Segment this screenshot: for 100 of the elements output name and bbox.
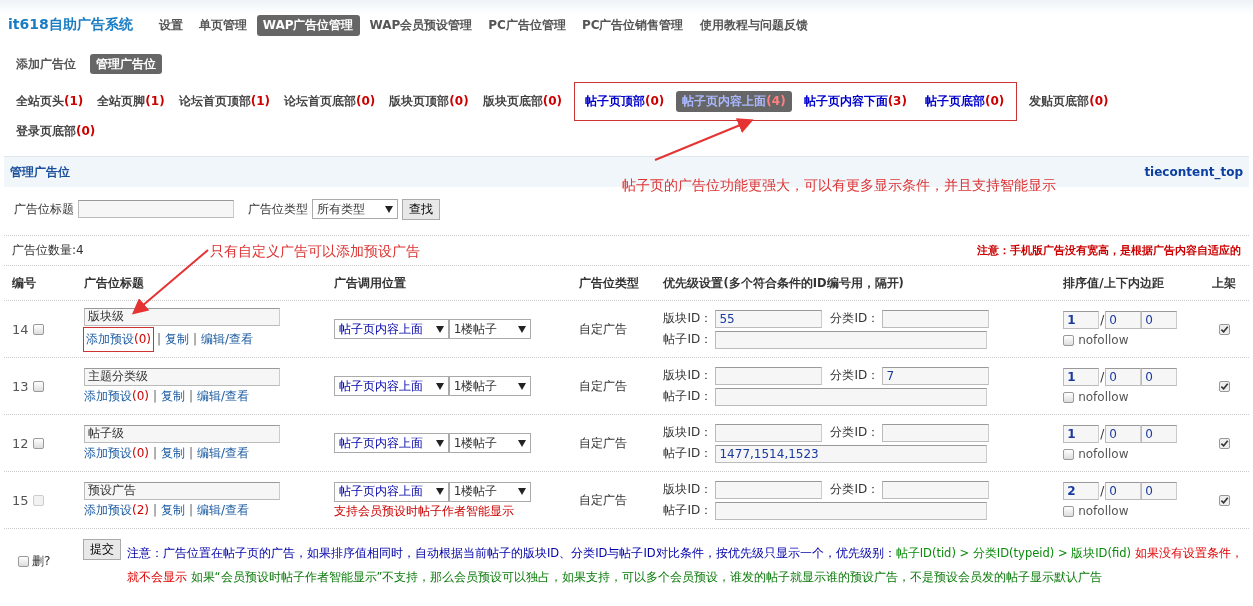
annotation-text: 只有自定义广告可以添加预设广告 xyxy=(210,243,420,261)
position-tab[interactable]: 论坛首页底部(0) xyxy=(278,91,382,112)
online-checkbox[interactable] xyxy=(1218,438,1230,449)
caret-icon xyxy=(517,382,526,390)
id-field[interactable] xyxy=(715,480,823,499)
position-tab[interactable]: 版块页顶部(0) xyxy=(383,91,475,112)
nav-tab[interactable]: WAP会员预设管理 xyxy=(363,14,479,36)
column-header: 广告位标题 xyxy=(82,274,145,292)
floor-select[interactable]: 1楼帖子 xyxy=(448,319,531,339)
submit-button[interactable]: 提交 xyxy=(82,539,121,560)
id-field[interactable] xyxy=(715,423,823,442)
row-id: 15 xyxy=(12,492,29,508)
edit-link[interactable]: 编辑/查看 xyxy=(197,387,250,405)
ad-type: 自定广告 xyxy=(577,320,628,338)
id-field[interactable] xyxy=(882,309,990,328)
padding-field[interactable]: 0 xyxy=(1105,368,1142,386)
nofollow-checkbox[interactable] xyxy=(1063,334,1075,346)
nofollow-checkbox[interactable] xyxy=(1063,391,1075,403)
edit-link[interactable]: 编辑/查看 xyxy=(197,444,250,462)
slash-text: / xyxy=(1100,427,1105,441)
sub-tab[interactable]: 添加广告位 xyxy=(10,54,82,74)
padding-field[interactable]: 0 xyxy=(1105,311,1142,329)
id-field[interactable] xyxy=(715,501,988,520)
row-checkbox[interactable] xyxy=(32,380,44,392)
field-label: 帖子ID： xyxy=(663,388,714,405)
copy-link[interactable]: 复制 xyxy=(161,444,185,462)
title-field[interactable]: 主题分类级 xyxy=(83,367,280,386)
padding-field[interactable]: 0 xyxy=(1141,311,1178,329)
count-text: 广告位数量:4 xyxy=(12,242,84,259)
caret-icon xyxy=(435,325,444,333)
field-label: 分类ID： xyxy=(830,310,881,327)
id-field[interactable] xyxy=(715,330,988,349)
field-label: 帖子ID： xyxy=(663,445,714,462)
nav-tab[interactable]: PC广告位销售管理 xyxy=(575,14,690,36)
row-checkbox[interactable] xyxy=(32,437,44,449)
position-tab[interactable]: 论坛首页顶部(1) xyxy=(172,91,276,112)
padding-field[interactable]: 0 xyxy=(1105,425,1142,443)
link-separator: | xyxy=(152,503,157,517)
title-field[interactable] xyxy=(78,200,234,218)
position-tab[interactable]: 帖子页底部(0) xyxy=(918,91,1011,112)
online-checkbox[interactable] xyxy=(1218,381,1230,392)
position-select[interactable]: 帖子页内容上面 xyxy=(333,433,449,453)
nofollow-label: nofollow xyxy=(1078,390,1129,404)
nav-tab[interactable]: 使用教程与问题反馈 xyxy=(693,14,814,36)
id-field[interactable]: 55 xyxy=(715,309,823,328)
link-separator: | xyxy=(152,389,157,403)
padding-field[interactable]: 0 xyxy=(1141,425,1178,443)
id-field[interactable] xyxy=(882,423,990,442)
nav-tab[interactable]: WAP广告位管理 xyxy=(256,14,360,36)
field-label: 分类ID： xyxy=(830,424,881,441)
caret-icon xyxy=(385,205,393,213)
id-field[interactable] xyxy=(715,387,988,406)
title-field[interactable]: 版块级 xyxy=(83,307,280,326)
floor-select[interactable]: 1楼帖子 xyxy=(448,376,531,396)
nav-tab[interactable]: 单页管理 xyxy=(192,14,253,36)
id-field[interactable]: 1477,1514,1523 xyxy=(715,444,988,463)
type-select[interactable]: 所有类型 xyxy=(312,199,398,219)
edit-link[interactable]: 编辑/查看 xyxy=(201,330,254,348)
position-select[interactable]: 帖子页内容上面 xyxy=(333,376,449,396)
padding-field[interactable]: 0 xyxy=(1141,368,1178,386)
caret-icon xyxy=(517,439,526,447)
nav-tab[interactable]: PC广告位管理 xyxy=(482,14,572,36)
delete-label: 删? xyxy=(32,553,51,570)
row-checkbox[interactable] xyxy=(32,323,44,335)
position-tab[interactable]: 帖子页内容下面(3) xyxy=(797,91,913,112)
copy-link[interactable]: 复制 xyxy=(165,330,189,348)
copy-link[interactable]: 复制 xyxy=(161,387,185,405)
floor-select[interactable]: 1楼帖子 xyxy=(448,433,531,453)
sort-field[interactable]: 1 xyxy=(1063,425,1100,443)
preset-link[interactable]: 添加预设(0) xyxy=(83,444,149,462)
position-tab[interactable]: 全站页头(1) xyxy=(10,91,90,112)
id-field[interactable]: 7 xyxy=(882,366,990,385)
search-button[interactable]: 查找 xyxy=(402,198,440,220)
position-tab[interactable]: 帖子页顶部(0) xyxy=(578,91,671,112)
link-separator: | xyxy=(193,332,198,346)
position-tab[interactable]: 全站页脚(1) xyxy=(91,91,171,112)
link-separator: | xyxy=(189,503,194,517)
id-field[interactable] xyxy=(715,366,823,385)
nofollow-label: nofollow xyxy=(1078,447,1129,461)
id-field[interactable] xyxy=(882,480,990,499)
ad-type: 自定广告 xyxy=(577,434,628,452)
position-select[interactable]: 帖子页内容上面 xyxy=(333,319,449,339)
title-field[interactable]: 帖子级 xyxy=(83,424,280,443)
position-tab[interactable]: 发贴页底部(0) xyxy=(1023,91,1115,112)
link-separator: | xyxy=(156,332,161,346)
column-header: 上架 xyxy=(1211,274,1238,292)
online-checkbox[interactable] xyxy=(1218,324,1230,335)
caret-icon xyxy=(435,382,444,390)
sub-tab[interactable]: 管理广告位 xyxy=(90,54,162,74)
position-tab[interactable]: 登录页底部(0) xyxy=(10,121,102,142)
nofollow-checkbox[interactable] xyxy=(1063,448,1075,460)
link-separator: | xyxy=(189,389,194,403)
nav-tab[interactable]: 设置 xyxy=(152,14,189,36)
position-tab[interactable]: 版块页底部(0) xyxy=(476,91,568,112)
delete-checkbox[interactable] xyxy=(18,556,29,567)
sort-field[interactable]: 1 xyxy=(1063,311,1100,329)
preset-link[interactable]: 添加预设(0) xyxy=(83,327,153,351)
sort-field[interactable]: 1 xyxy=(1063,368,1100,386)
slash-text: / xyxy=(1100,313,1105,327)
preset-link[interactable]: 添加预设(0) xyxy=(83,387,149,405)
